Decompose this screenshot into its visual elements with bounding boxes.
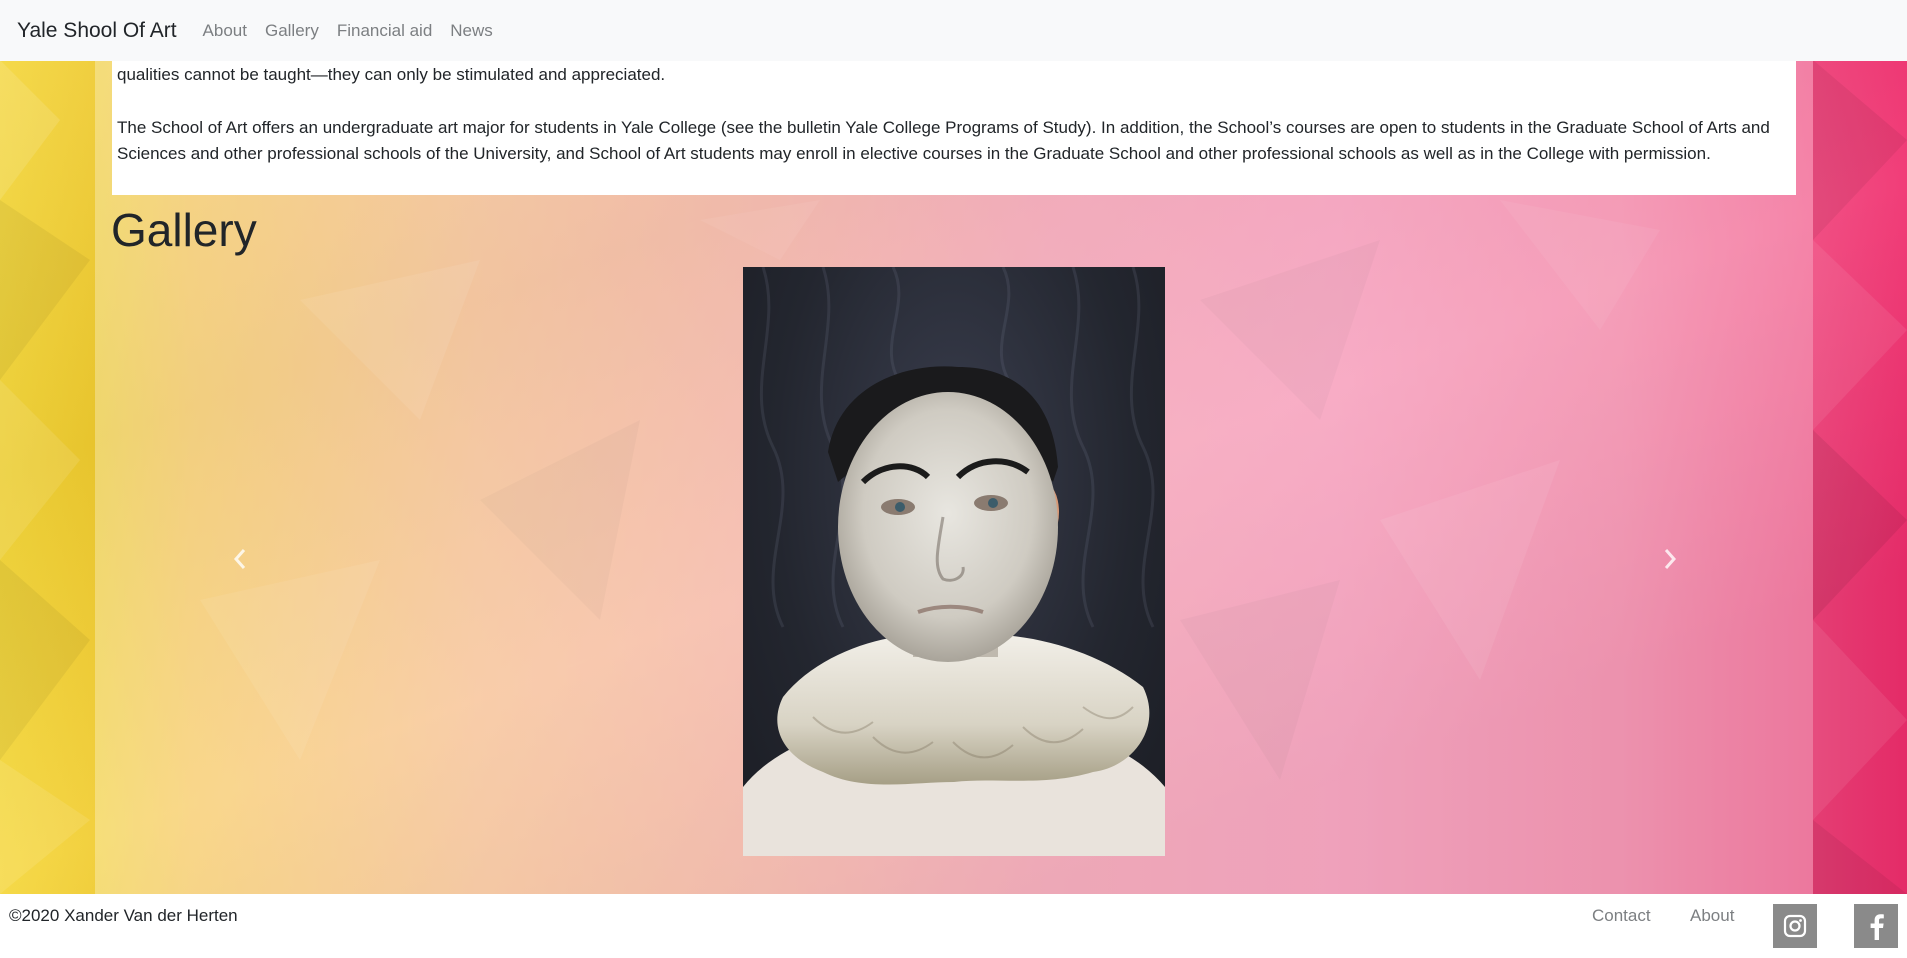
intro-text-card: qualities cannot be taught—they can only… xyxy=(112,40,1796,195)
intro-paragraph-2: The School of Art offers an undergraduat… xyxy=(117,118,1770,163)
top-navbar: Yale Shool Of Art About Gallery Financia… xyxy=(0,0,1907,61)
facebook-icon xyxy=(1870,914,1884,940)
instagram-button[interactable] xyxy=(1773,904,1817,948)
facebook-button[interactable] xyxy=(1854,904,1898,948)
gallery-carousel xyxy=(112,267,1796,856)
gallery-heading: Gallery xyxy=(111,204,257,256)
chevron-right-icon xyxy=(1664,549,1677,569)
instagram-icon xyxy=(1783,914,1807,938)
intro-paragraph-1: qualities cannot be taught—they can only… xyxy=(117,65,666,84)
footer-link-about[interactable]: About xyxy=(1690,906,1734,926)
carousel-prev-button[interactable] xyxy=(226,547,254,575)
gallery-photo xyxy=(743,267,1165,856)
page-footer: ©2020 Xander Van der Herten Contact Abou… xyxy=(0,894,1907,958)
footer-link-contact[interactable]: Contact xyxy=(1592,906,1651,926)
nav-link-news[interactable]: News xyxy=(450,21,493,41)
nav-link-gallery[interactable]: Gallery xyxy=(265,21,319,41)
pierrot-portrait-image xyxy=(743,267,1165,856)
copyright-text: ©2020 Xander Van der Herten xyxy=(9,906,238,925)
brand-link[interactable]: Yale Shool Of Art xyxy=(17,19,177,43)
chevron-left-icon xyxy=(233,549,246,569)
nav-link-financial-aid[interactable]: Financial aid xyxy=(337,21,432,41)
carousel-next-button[interactable] xyxy=(1656,547,1684,575)
nav-link-about[interactable]: About xyxy=(203,21,247,41)
